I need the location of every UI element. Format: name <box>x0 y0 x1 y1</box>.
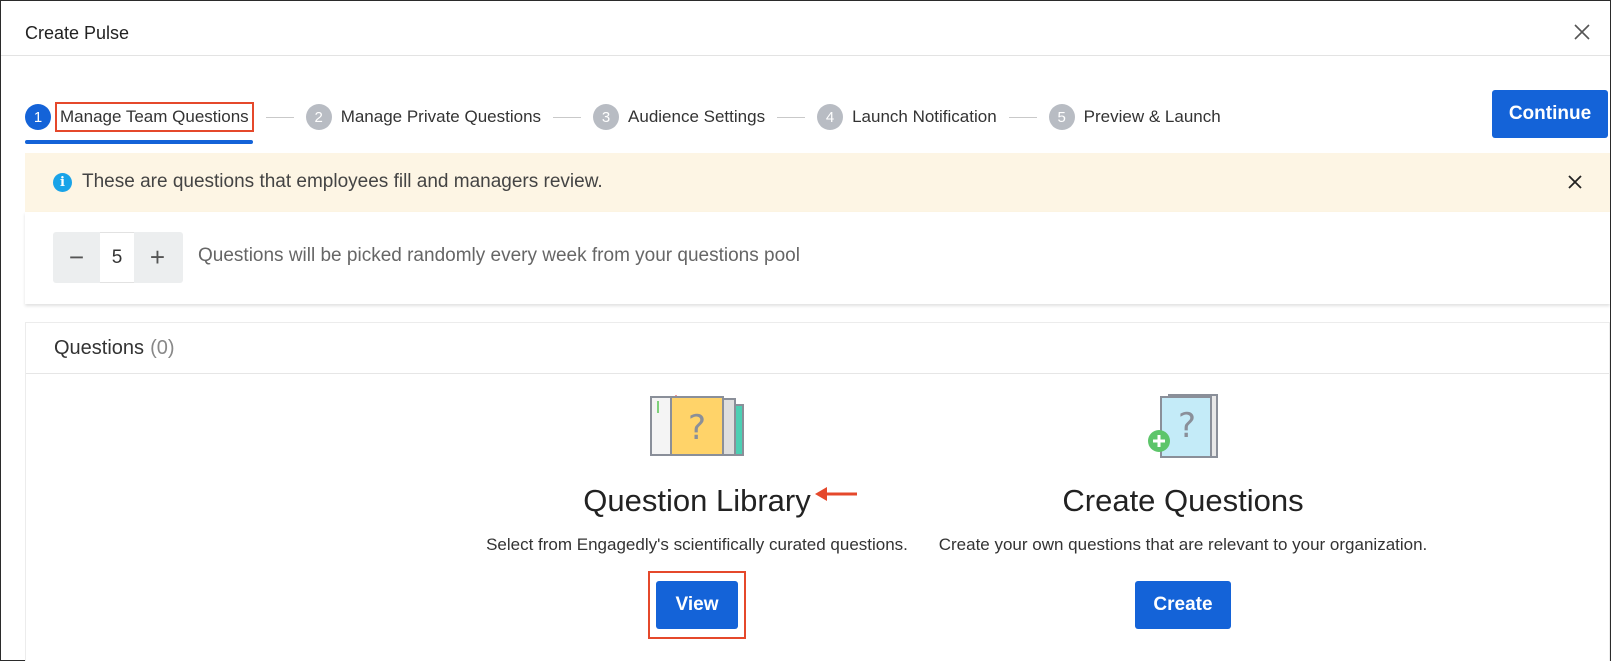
step-number: 2 <box>305 104 332 130</box>
increment-button[interactable]: + <box>134 232 181 283</box>
modal-title: Create Pulse <box>25 23 130 43</box>
count-description: Questions will be picked randomly every … <box>198 245 800 266</box>
section-title: Questions (0) <box>54 337 175 360</box>
step-label: Manage Private Questions <box>340 107 542 126</box>
question-library-option: ? Question Library Select from Engagedly… <box>452 391 942 639</box>
quantity-stepper: − 5 + <box>53 232 183 283</box>
create-button[interactable]: Create <box>1135 581 1231 629</box>
close-icon[interactable] <box>1566 173 1584 191</box>
question-library-icon: ? <box>452 391 942 463</box>
create-pulse-modal: Create Pulse 1 Manage Team Questions 2 M… <box>0 0 1611 661</box>
questions-header: Questions (0) <box>26 323 1609 374</box>
step-number: 3 <box>593 104 620 130</box>
close-icon[interactable] <box>1572 22 1592 42</box>
questions-title-text: Questions <box>54 337 145 359</box>
question-library-description: Select from Engagedly's scientifically c… <box>486 535 908 554</box>
quantity-value[interactable]: 5 <box>100 232 134 283</box>
svg-text:?: ? <box>688 408 706 448</box>
view-button[interactable]: View <box>656 581 738 629</box>
create-questions-option: ? Create Questions Create your own quest… <box>938 391 1428 629</box>
create-questions-title: Create Questions <box>1062 483 1304 518</box>
step-label: Launch Notification <box>852 107 997 126</box>
step-connector <box>553 116 582 118</box>
step-manage-private-questions[interactable]: 2 Manage Private Questions <box>305 101 542 133</box>
question-library-title: Question Library <box>583 483 858 519</box>
step-number: 1 <box>25 104 51 130</box>
step-connector <box>777 116 806 118</box>
step-manage-team-questions[interactable]: 1 Manage Team Questions <box>25 101 254 144</box>
questions-count: (0) <box>150 337 175 359</box>
step-highlight-box: Manage Team Questions <box>55 102 254 132</box>
active-step-underline <box>25 140 253 144</box>
step-audience-settings[interactable]: 3 Audience Settings <box>593 101 765 133</box>
step-number: 5 <box>1048 104 1075 130</box>
svg-text:?: ? <box>1178 406 1196 446</box>
questions-panel: Questions (0) ? Question Library Select … <box>25 322 1610 661</box>
create-questions-description: Create your own questions that are relev… <box>938 535 1428 554</box>
create-questions-icon: ? <box>938 391 1428 463</box>
wizard-stepper: 1 Manage Team Questions 2 Manage Private… <box>25 95 1221 144</box>
step-label: Manage Team Questions <box>60 107 249 126</box>
info-icon: i <box>53 173 72 192</box>
step-label: Audience Settings <box>628 107 766 126</box>
question-count-card: − 5 + Questions will be picked randomly … <box>25 212 1610 304</box>
question-library-title-text: Question Library <box>583 483 811 518</box>
view-button-highlight: View <box>648 571 746 639</box>
step-launch-notification[interactable]: 4 Launch Notification <box>817 101 997 133</box>
step-connector <box>265 116 294 118</box>
step-preview-launch[interactable]: 5 Preview & Launch <box>1048 101 1221 133</box>
continue-button[interactable]: Continue <box>1492 90 1608 138</box>
step-number: 4 <box>817 104 844 130</box>
modal-header: Create Pulse <box>1 1 1610 56</box>
decrement-button[interactable]: − <box>53 232 100 283</box>
info-banner: i These are questions that employees fil… <box>25 153 1610 212</box>
step-connector <box>1008 116 1037 118</box>
banner-text: These are questions that employees fill … <box>82 171 603 192</box>
arrow-left-icon <box>815 487 858 501</box>
step-label: Preview & Launch <box>1083 107 1221 126</box>
